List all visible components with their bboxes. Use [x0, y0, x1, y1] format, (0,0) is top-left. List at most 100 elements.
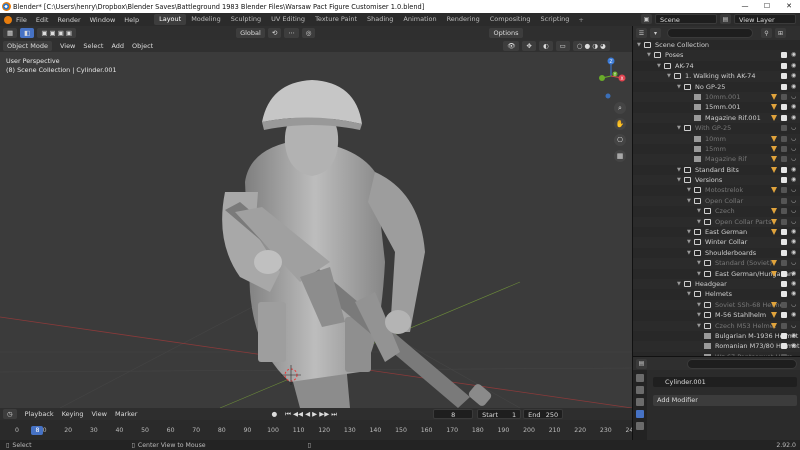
- visibility-eye-icon[interactable]: ◡: [791, 134, 796, 144]
- exclude-checkbox[interactable]: [781, 73, 787, 80]
- minimize-button[interactable]: —: [734, 0, 756, 13]
- gizmo-toggle-icon[interactable]: ✥: [522, 41, 536, 51]
- menu-playback[interactable]: Playback: [25, 410, 54, 418]
- menu-help[interactable]: Help: [124, 16, 139, 24]
- exclude-checkbox[interactable]: [781, 260, 787, 267]
- exclude-checkbox[interactable]: [781, 229, 787, 236]
- exclude-checkbox[interactable]: [781, 52, 787, 59]
- maximize-button[interactable]: ☐: [756, 0, 778, 13]
- expand-arrow-icon[interactable]: ▼: [697, 217, 701, 227]
- outliner-row[interactable]: ▼ Standard Bits ◉: [633, 165, 800, 175]
- visibility-eye-icon[interactable]: ◉: [791, 82, 796, 92]
- visibility-eye-icon[interactable]: ◉: [791, 289, 796, 299]
- tab-sculpting[interactable]: Sculpting: [226, 14, 266, 25]
- expand-arrow-icon[interactable]: ▼: [677, 82, 681, 92]
- scene-icon[interactable]: ▣: [641, 14, 652, 24]
- exclude-checkbox[interactable]: [781, 104, 787, 111]
- exclude-checkbox[interactable]: [781, 135, 787, 142]
- expand-arrow-icon[interactable]: ▼: [697, 310, 701, 320]
- new-collection-icon[interactable]: ⊞: [775, 28, 786, 38]
- menu-select[interactable]: Select: [83, 42, 103, 50]
- outliner-row[interactable]: ▼ Czech M53 Helmet ◡: [633, 320, 800, 331]
- outliner-row[interactable]: ▼ Poses ◉: [633, 50, 800, 61]
- current-frame-field[interactable]: 8: [433, 409, 474, 419]
- visibility-eye-icon[interactable]: ◉: [791, 269, 796, 279]
- expand-arrow-icon[interactable]: ▼: [667, 71, 671, 81]
- scene-field[interactable]: Scene: [655, 14, 717, 24]
- visibility-eye-icon[interactable]: ◡: [791, 123, 796, 133]
- outliner-row[interactable]: 15mm.001 ◉: [633, 102, 800, 112]
- menu-keying[interactable]: Keying: [62, 410, 84, 418]
- menu-timeline-view[interactable]: View: [92, 410, 107, 418]
- visibility-eye-icon[interactable]: ◉: [791, 50, 796, 60]
- visibility-eye-icon[interactable]: ◉: [791, 102, 796, 112]
- outliner-row[interactable]: ▼ With GP-25 ◡: [633, 123, 800, 133]
- tab-animation[interactable]: Animation: [398, 14, 441, 25]
- mode-dropdown[interactable]: Object Mode: [3, 41, 52, 51]
- outliner-row[interactable]: ▼ Motostrelok ◡: [633, 185, 800, 195]
- output-tab-icon[interactable]: [636, 398, 644, 406]
- modifier-tab-icon[interactable]: [636, 410, 644, 418]
- render-tab-icon[interactable]: [636, 386, 644, 394]
- add-modifier-dropdown[interactable]: Add Modifier: [653, 395, 797, 406]
- outliner-row[interactable]: ▼ Open Collar Parts ◡: [633, 216, 800, 228]
- options-dropdown[interactable]: Options: [489, 28, 523, 38]
- exclude-checkbox[interactable]: [781, 166, 787, 173]
- expand-arrow-icon[interactable]: ▼: [697, 269, 701, 279]
- menu-object[interactable]: Object: [132, 42, 153, 50]
- visibility-eye-icon[interactable]: ◉: [791, 175, 796, 185]
- visibility-eye-icon[interactable]: ◉: [791, 331, 796, 341]
- tool-tab-icon[interactable]: [636, 374, 644, 382]
- outliner-row[interactable]: 10mm ◡: [633, 133, 800, 144]
- select-box-icon[interactable]: ◧: [20, 28, 35, 38]
- outliner-row[interactable]: ▼ Shoulderboards ◉: [633, 248, 800, 258]
- exclude-checkbox[interactable]: [781, 291, 787, 298]
- tab-layout[interactable]: Layout: [154, 14, 187, 25]
- snap-icon[interactable]: ⋯: [284, 28, 299, 38]
- 3d-viewport[interactable]: ▦ ◧ ▣ ▣ ▣ ▣ Global ⟲ ⋯ ◎ Options Object …: [0, 26, 632, 408]
- playhead-frame-indicator[interactable]: 8: [31, 426, 44, 435]
- outliner-row[interactable]: 15mm ◡: [633, 144, 800, 154]
- visibility-eye-icon[interactable]: ◉: [791, 237, 796, 247]
- exclude-checkbox[interactable]: [781, 197, 787, 204]
- exclude-checkbox[interactable]: [781, 218, 787, 225]
- ortho-grid-icon[interactable]: ▦: [614, 150, 626, 162]
- menu-view[interactable]: View: [60, 42, 75, 50]
- start-frame-field[interactable]: Start 1: [477, 409, 522, 419]
- exclude-checkbox[interactable]: [781, 332, 787, 339]
- add-workspace-icon[interactable]: +: [574, 16, 587, 24]
- timeline-editor-icon[interactable]: ◷: [3, 409, 17, 419]
- outliner-row[interactable]: ▼ Winter Collar ◉: [633, 237, 800, 248]
- outliner-row[interactable]: ▼ Open Collar ◡: [633, 195, 800, 207]
- exclude-checkbox[interactable]: [781, 62, 787, 69]
- expand-arrow-icon[interactable]: ▼: [687, 237, 691, 247]
- visibility-eye-icon[interactable]: ◡: [791, 258, 796, 268]
- close-button[interactable]: ✕: [778, 0, 800, 13]
- outliner-row[interactable]: Magazine Rif ◡: [633, 154, 800, 165]
- visibility-eye-icon[interactable]: ◡: [791, 92, 796, 102]
- exclude-checkbox[interactable]: [781, 125, 787, 132]
- visibility-eye-icon[interactable]: ◡: [791, 196, 796, 206]
- navigation-gizmo[interactable]: Z X Y: [596, 56, 626, 100]
- object-name-field[interactable]: Cylinder.001: [653, 377, 797, 387]
- outliner-row[interactable]: Magazine Rif.001 ◉: [633, 112, 800, 124]
- exclude-checkbox[interactable]: [781, 239, 787, 246]
- visibility-eye-icon[interactable]: ◉: [791, 341, 796, 351]
- expand-arrow-icon[interactable]: ▼: [677, 123, 681, 133]
- exclude-checkbox[interactable]: [781, 156, 787, 163]
- expand-arrow-icon[interactable]: ▼: [687, 289, 691, 299]
- outliner-row[interactable]: ▼ M-56 Stahlhelm ◉: [633, 310, 800, 320]
- outliner-row[interactable]: ▼ AK-74 ◉: [633, 61, 800, 71]
- expand-arrow-icon[interactable]: ▼: [647, 50, 651, 60]
- outliner-row[interactable]: Romanian M73/80 Helmet ◉: [633, 341, 800, 352]
- blender-logo-icon[interactable]: [4, 15, 12, 24]
- exclude-checkbox[interactable]: [781, 280, 787, 287]
- visibility-eye-icon[interactable]: ◉: [791, 279, 796, 289]
- visibility-eye-icon[interactable]: ◡: [791, 321, 796, 331]
- menu-render[interactable]: Render: [57, 16, 80, 24]
- exclude-checkbox[interactable]: [781, 312, 787, 319]
- expand-arrow-icon[interactable]: ▼: [697, 258, 701, 268]
- expand-arrow-icon[interactable]: ▼: [677, 165, 681, 175]
- expand-arrow-icon[interactable]: ▼: [657, 61, 661, 71]
- tab-modeling[interactable]: Modeling: [186, 14, 226, 25]
